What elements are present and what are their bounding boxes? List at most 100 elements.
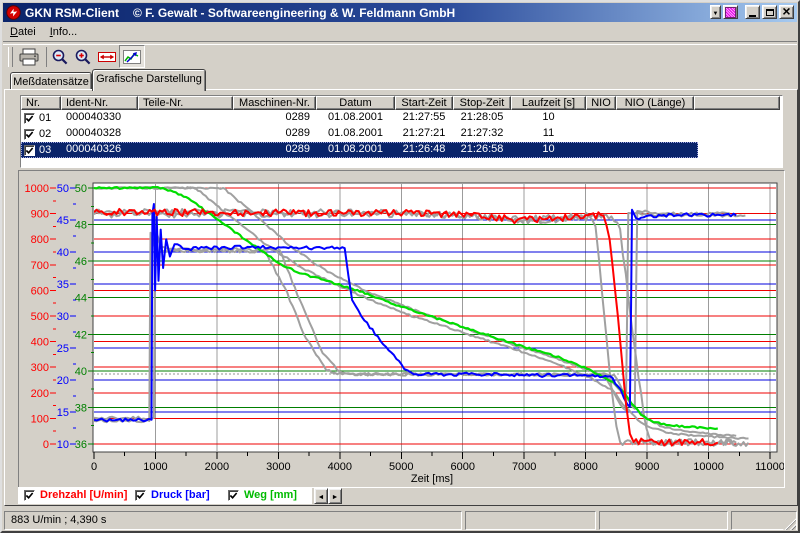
status-bar: 883 U/min ; 4,390 s — [3, 508, 797, 532]
svg-text:100: 100 — [31, 413, 49, 425]
x-scale-button[interactable] — [95, 45, 118, 68]
cell-7: 10 — [511, 110, 586, 126]
cell-1: 000040330 — [61, 110, 138, 126]
svg-text:700: 700 — [31, 260, 49, 272]
svg-text:9000: 9000 — [635, 461, 659, 473]
row-checkbox[interactable] — [24, 113, 35, 124]
svg-text:48: 48 — [75, 220, 87, 232]
cell-8 — [586, 110, 616, 126]
chart-legend: Drehzahl [U/min] Druck [bar] Weg [mm] — [18, 487, 312, 504]
row-number: 01 — [39, 111, 51, 126]
cell-4: 01.08.2001 — [316, 110, 395, 126]
measurement-chart[interactable]: 0100020003000400050006000700080009000100… — [19, 171, 784, 487]
svg-text:0: 0 — [43, 439, 49, 451]
maximize-icon — [766, 9, 774, 16]
chart-area: 0100020003000400050006000700080009000100… — [18, 170, 785, 488]
svg-text:45: 45 — [57, 215, 69, 227]
minimize-button[interactable] — [745, 5, 760, 19]
zoom-out-button[interactable] — [49, 45, 71, 68]
close-button[interactable] — [779, 5, 794, 19]
cell-2 — [138, 126, 233, 142]
titlebar-utility-button[interactable] — [723, 5, 738, 19]
graph-view-button[interactable] — [119, 45, 145, 68]
cell-6: 21:28:05 — [453, 110, 511, 126]
cell-nr: 02 — [21, 126, 61, 142]
legend-item-1[interactable]: Druck [bar] — [135, 489, 210, 501]
column-header-9[interactable]: NIO (Länge) — [616, 96, 694, 110]
window-title-app: GKN RSM-Client — [25, 6, 119, 20]
table-row-01[interactable]: 01000040330028901.08.200121:27:5521:28:0… — [21, 110, 780, 126]
menu-item-datei[interactable]: Datei — [3, 24, 43, 40]
tab-messdatensaetze[interactable]: Meßdatensätze — [10, 72, 92, 90]
column-header-5[interactable]: Start-Zeit — [395, 96, 453, 110]
maximize-button[interactable] — [762, 5, 777, 19]
cell-8 — [586, 142, 616, 158]
row-checkbox[interactable] — [228, 490, 239, 501]
svg-text:42: 42 — [75, 329, 87, 341]
scroll-right-button[interactable] — [328, 488, 342, 504]
svg-text:300: 300 — [31, 362, 49, 374]
cell-3: 0289 — [233, 142, 316, 158]
row-checkbox[interactable] — [24, 145, 35, 156]
cell-9 — [616, 126, 694, 142]
row-checkbox[interactable] — [24, 490, 35, 501]
row-checkbox[interactable] — [135, 490, 146, 501]
column-header-filler — [694, 96, 780, 110]
svg-text:2000: 2000 — [205, 461, 229, 473]
svg-text:50: 50 — [75, 183, 87, 195]
menu-item-info[interactable]: Info... — [43, 24, 85, 40]
measurement-table: Nr.Ident-Nr.Teile-Nr.Maschinen-Nr.DatumS… — [20, 95, 783, 168]
svg-text:50: 50 — [57, 183, 69, 195]
row-checkbox[interactable] — [24, 129, 35, 140]
column-header-6[interactable]: Stop-Zeit — [453, 96, 511, 110]
column-header-1[interactable]: Ident-Nr. — [61, 96, 138, 110]
svg-text:1000: 1000 — [143, 461, 167, 473]
cell-9 — [616, 142, 694, 158]
graph-icon — [122, 49, 142, 65]
cell-nr: 03 — [21, 142, 61, 158]
column-header-3[interactable]: Maschinen-Nr. — [233, 96, 316, 110]
title-bar[interactable]: GKN RSM-Client © F. Gewalt - Softwareeng… — [3, 3, 797, 22]
legend-item-2[interactable]: Weg [mm] — [228, 489, 297, 501]
scroll-left-button[interactable] — [314, 488, 328, 504]
zoom-in-button[interactable] — [72, 45, 94, 68]
table-row-03[interactable]: 03000040326028901.08.200121:26:4821:26:5… — [21, 142, 780, 158]
cell-7: 10 — [511, 142, 586, 158]
svg-text:200: 200 — [31, 388, 49, 400]
toolbar-grip[interactable] — [8, 47, 13, 67]
chevron-down-icon — [713, 6, 719, 18]
status-panel-3 — [599, 511, 728, 530]
column-header-7[interactable]: Laufzeit [s] — [511, 96, 586, 110]
svg-text:46: 46 — [75, 256, 87, 268]
x-axis-label: Zeit [ms] — [411, 473, 453, 485]
svg-text:38: 38 — [75, 402, 87, 414]
legend-item-0[interactable]: Drehzahl [U/min] — [24, 489, 127, 501]
cell-4: 01.08.2001 — [316, 126, 395, 142]
titlebar-dropdown-button[interactable] — [710, 5, 721, 19]
zoom-out-icon — [51, 48, 69, 66]
tab-grafische-darstellung[interactable]: Grafische Darstellung — [92, 69, 206, 91]
row-number: 03 — [39, 143, 51, 158]
arrow-left-icon — [318, 490, 325, 502]
print-button[interactable] — [15, 45, 43, 68]
toolbar — [3, 43, 797, 70]
svg-text:500: 500 — [31, 311, 49, 323]
svg-text:7000: 7000 — [512, 461, 536, 473]
svg-text:10: 10 — [57, 439, 69, 451]
x-scale-icon — [97, 50, 117, 64]
svg-text:40: 40 — [75, 366, 87, 378]
table-row-02[interactable]: 02000040328028901.08.200121:27:2121:27:3… — [21, 126, 780, 142]
svg-text:5000: 5000 — [389, 461, 413, 473]
printer-icon — [17, 48, 41, 66]
column-header-8[interactable]: NIO — [586, 96, 616, 110]
svg-text:400: 400 — [31, 337, 49, 349]
cell-2 — [138, 110, 233, 126]
column-header-4[interactable]: Datum — [316, 96, 395, 110]
cell-7: 11 — [511, 126, 586, 142]
app-logo-icon — [6, 5, 21, 20]
cell-2 — [138, 142, 233, 158]
column-header-0[interactable]: Nr. — [21, 96, 61, 110]
column-header-2[interactable]: Teile-Nr. — [138, 96, 233, 110]
svg-text:11000: 11000 — [755, 461, 784, 473]
minimize-icon — [749, 15, 756, 17]
